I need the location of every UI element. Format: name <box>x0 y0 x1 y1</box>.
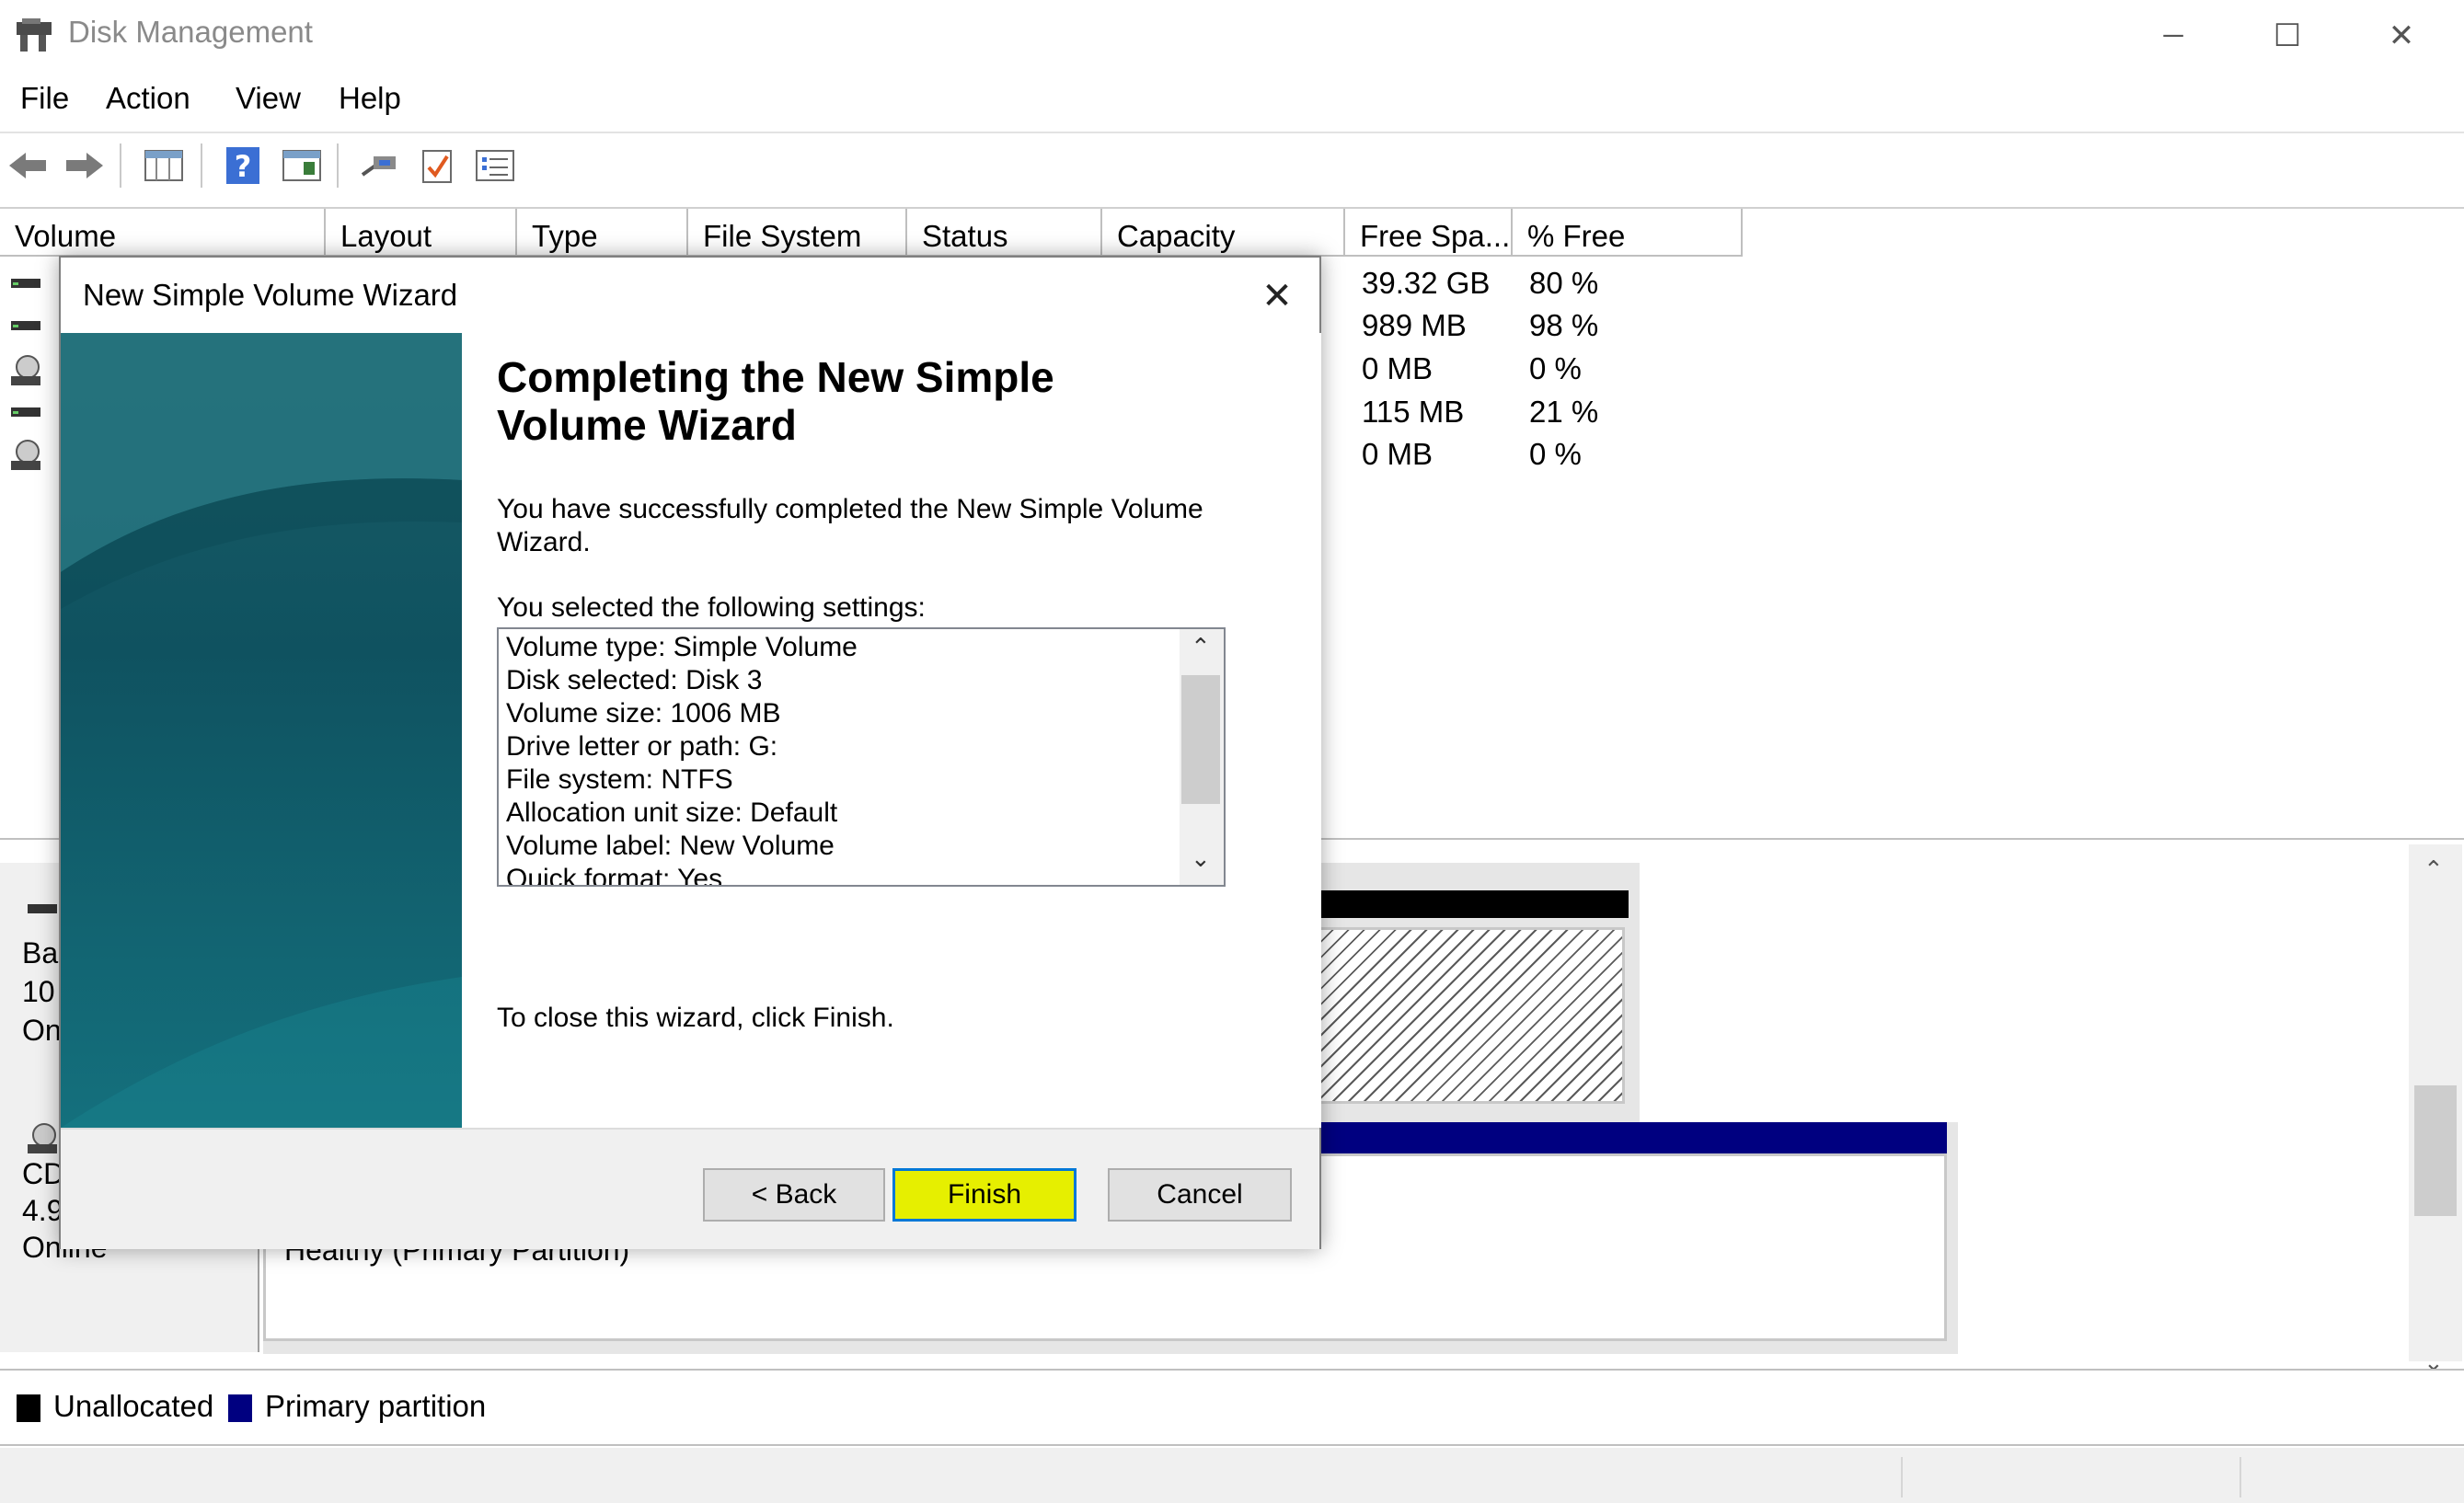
legend-label-unallocated: Unallocated <box>53 1389 214 1423</box>
unallocated-color-bar <box>1316 890 1629 918</box>
close-button[interactable]: ✕ <box>2344 0 2458 72</box>
unallocated-partition[interactable] <box>1316 863 1640 1124</box>
cell-percent-free: 80 % <box>1529 266 1599 300</box>
toolbar: ? <box>0 134 2464 197</box>
setting-volume-size: Volume size: 1006 MB <box>506 698 781 729</box>
wizard-footer: < Back Finish Cancel <box>61 1128 1319 1249</box>
disk-management-app-icon <box>15 17 57 55</box>
disk-type: Ba <box>22 936 59 969</box>
volume-drive-icon <box>9 271 44 297</box>
setting-disk-selected: Disk selected: Disk 3 <box>506 665 763 695</box>
list-header: Volume Layout Type File System Status Ca… <box>0 209 1744 257</box>
setting-file-system: File system: NTFS <box>506 764 733 795</box>
disk-list-icon[interactable] <box>142 143 186 188</box>
column-header-layout[interactable]: Layout <box>326 209 517 257</box>
setting-volume-type: Volume type: Simple Volume <box>506 632 858 662</box>
settings-list-icon[interactable] <box>473 143 517 188</box>
column-header-volume[interactable]: Volume <box>0 209 326 257</box>
settings-scrollbar[interactable]: ⌃ ⌄ <box>1180 629 1224 885</box>
back-arrow-icon[interactable] <box>6 143 50 188</box>
finish-button[interactable]: Finish <box>892 1168 1077 1222</box>
forward-arrow-icon[interactable] <box>63 143 107 188</box>
unallocated-hatch <box>1316 927 1625 1104</box>
volume-drive-icon <box>9 314 44 339</box>
setting-allocation-unit: Allocation unit size: Default <box>506 797 838 828</box>
legend-swatch-unallocated <box>17 1394 40 1422</box>
scroll-up-icon[interactable]: ⌃ <box>2424 855 2444 884</box>
disk-size: 4.9 <box>22 1194 63 1227</box>
connect-icon[interactable] <box>357 143 401 188</box>
settings-summary-box[interactable]: Volume type: Simple Volume Disk selected… <box>497 627 1226 887</box>
toolbar-separator <box>120 143 121 188</box>
menu-view[interactable]: View <box>236 81 301 116</box>
scrollbar-thumb[interactable] <box>1181 675 1220 804</box>
status-divider <box>1901 1457 1903 1497</box>
menu-bar: File Action View Help <box>0 75 2464 131</box>
scroll-up-icon[interactable]: ⌃ <box>1191 633 1211 661</box>
volume-drive-icon <box>9 400 44 426</box>
cancel-button[interactable]: Cancel <box>1108 1168 1292 1222</box>
properties-icon[interactable] <box>280 143 324 188</box>
settings-list: Volume type: Simple Volume Disk selected… <box>506 631 1169 887</box>
svg-text:?: ? <box>235 149 252 184</box>
wizard-heading: Completing the New Simple Volume Wizard <box>497 353 1054 449</box>
legend-label-primary: Primary partition <box>265 1389 487 1423</box>
wizard-banner-image <box>61 333 462 1128</box>
legend-swatch-primary <box>228 1394 252 1422</box>
graph-vertical-scrollbar[interactable]: ⌃ ⌄ <box>2409 844 2462 1376</box>
cd-drive-icon <box>9 439 44 470</box>
check-icon[interactable] <box>416 143 460 188</box>
setting-volume-label: Volume label: New Volume <box>506 831 835 861</box>
minimize-button[interactable]: ─ <box>2116 0 2230 72</box>
wizard-success-text: You have successfully completed the New … <box>497 494 1203 557</box>
wizard-title: New Simple Volume Wizard <box>83 278 458 312</box>
setting-drive-letter: Drive letter or path: G: <box>506 731 778 762</box>
wizard-content: Completing the New Simple Volume Wizard … <box>462 333 1321 1128</box>
title-bar: Disk Management ─ ☐ ✕ <box>0 0 2464 72</box>
toolbar-separator <box>337 143 339 188</box>
help-icon[interactable]: ? <box>221 143 265 188</box>
cell-percent-free: 98 % <box>1529 308 1599 342</box>
minimize-icon: ─ <box>2163 20 2183 51</box>
cell-percent-free: 0 % <box>1529 437 1582 471</box>
scrollbar-thumb[interactable] <box>2414 1085 2457 1216</box>
column-header-type[interactable]: Type <box>517 209 688 257</box>
cell-percent-free: 0 % <box>1529 351 1582 385</box>
settings-caption: You selected the following settings: <box>497 592 926 623</box>
wizard-close-button[interactable]: ✕ <box>1248 267 1307 326</box>
toolbar-separator <box>201 143 202 188</box>
menu-action[interactable]: Action <box>106 81 190 116</box>
column-header-file-system[interactable]: File System <box>688 209 907 257</box>
cell-free-space: 39.32 GB <box>1362 266 1491 300</box>
disk-icon <box>26 894 63 928</box>
setting-quick-format: Quick format: Yes <box>506 864 723 887</box>
scroll-down-icon[interactable]: ⌄ <box>1191 844 1211 873</box>
maximize-icon: ☐ <box>2273 18 2302 53</box>
back-button[interactable]: < Back <box>703 1168 885 1222</box>
close-icon: ✕ <box>1261 276 1293 316</box>
column-header-percent-free[interactable]: % Free <box>1513 209 1743 257</box>
status-divider <box>2239 1457 2241 1497</box>
disk-state: On <box>22 1014 62 1047</box>
close-icon: ✕ <box>2388 18 2415 53</box>
cell-free-space: 115 MB <box>1362 395 1465 429</box>
window-title: Disk Management <box>68 15 313 49</box>
column-header-free-space[interactable]: Free Spa... <box>1345 209 1513 257</box>
cell-free-space: 0 MB <box>1362 351 1433 385</box>
menu-file[interactable]: File <box>20 81 69 116</box>
cd-drive-icon <box>9 354 44 385</box>
cell-free-space: 0 MB <box>1362 437 1433 471</box>
legend: Unallocated Primary partition <box>0 1369 2464 1446</box>
new-simple-volume-wizard-dialog: New Simple Volume Wizard ✕ Completing th… <box>59 256 1321 1249</box>
status-bar <box>0 1448 2464 1503</box>
menu-help[interactable]: Help <box>339 81 401 116</box>
cell-percent-free: 21 % <box>1529 395 1599 429</box>
disk-size: 10 <box>22 975 55 1008</box>
column-header-capacity[interactable]: Capacity <box>1102 209 1345 257</box>
wizard-close-hint: To close this wizard, click Finish. <box>497 1003 894 1033</box>
maximize-button[interactable]: ☐ <box>2230 0 2344 72</box>
menubar-divider <box>0 132 2464 133</box>
column-header-status[interactable]: Status <box>907 209 1102 257</box>
cell-free-space: 989 MB <box>1362 308 1467 342</box>
